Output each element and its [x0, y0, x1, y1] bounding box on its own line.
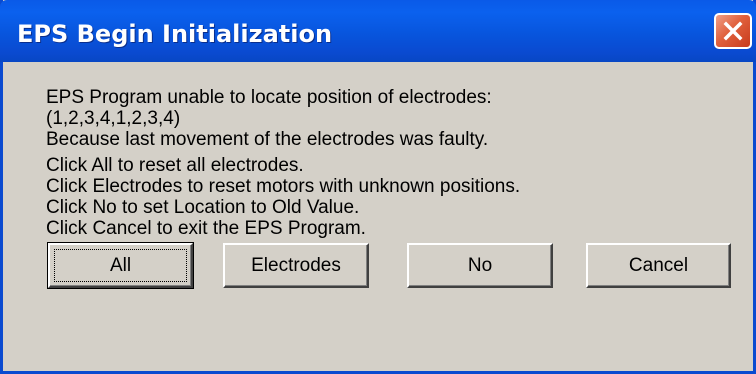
message-line: Click All to reset all electrodes. — [46, 155, 304, 176]
cancel-button-label: Cancel — [628, 255, 689, 276]
close-icon — [723, 21, 743, 41]
no-button-label: No — [467, 255, 493, 276]
window-title: EPS Begin Initialization — [17, 20, 333, 48]
dialog-window: EPS Begin Initialization EPS Program una… — [0, 0, 756, 374]
message-line: Click No to set Location to Old Value. — [46, 197, 360, 218]
title-bar[interactable]: EPS Begin Initialization — [0, 0, 756, 62]
message-line: Because last movement of the electrodes … — [46, 129, 489, 150]
all-button-label: All — [109, 255, 132, 276]
electrodes-button[interactable]: Electrodes — [223, 243, 369, 288]
close-button[interactable] — [714, 13, 752, 49]
message-line: EPS Program unable to locate position of… — [46, 87, 492, 108]
message-text: EPS Program unable to locate position of… — [46, 87, 726, 239]
message-line: Click Electrodes to reset motors with un… — [46, 176, 521, 197]
no-button[interactable]: No — [407, 243, 553, 288]
all-button[interactable]: All — [47, 242, 194, 289]
electrodes-button-label: Electrodes — [251, 255, 341, 276]
cancel-button[interactable]: Cancel — [586, 243, 731, 288]
dialog-content: EPS Program unable to locate position of… — [3, 62, 753, 371]
message-line: Click Cancel to exit the EPS Program. — [46, 218, 366, 239]
message-line: (1,2,3,4,1,2,3,4) — [46, 108, 181, 129]
